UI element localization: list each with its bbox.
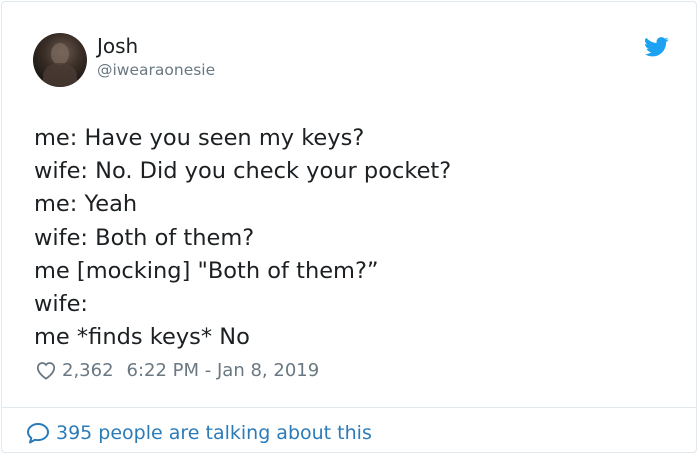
tweet-line: wife: [34, 291, 88, 318]
tweet-line: me *finds keys* No [34, 324, 250, 351]
tweet-timestamp[interactable]: 6:22 PM - Jan 8, 2019 [127, 360, 320, 381]
tweet-card: Josh @iwearaonesie me: Have you seen my … [1, 1, 697, 453]
avatar-detail [43, 63, 77, 87]
tweet-text: me: Have you seen my keys? wife: No. Did… [34, 122, 674, 354]
tweet-line: me: Yeah [34, 191, 138, 218]
tweet-line: me: Have you seen my keys? [34, 125, 365, 151]
author-name[interactable]: Josh [97, 34, 138, 58]
speech-bubble-icon [27, 423, 49, 444]
conversation-link[interactable]: 395 people are talking about this [26, 420, 372, 446]
avatar[interactable] [33, 33, 87, 87]
twitter-bird-icon[interactable] [645, 37, 669, 57]
heart-icon[interactable] [35, 360, 57, 380]
tweet-line: wife: Both of them? [34, 224, 255, 251]
tweet-meta: 2,362 6:22 PM - Jan 8, 2019 [35, 358, 319, 382]
tweet-line: me [mocking] "Both of them?” [34, 257, 379, 284]
author-handle[interactable]: @iwearaonesie [97, 60, 215, 80]
like-count[interactable]: 2,362 [62, 360, 114, 381]
talking-count-label[interactable]: 395 people are talking about this [56, 422, 372, 444]
tweet-line: wife: No. Did you check your pocket? [34, 158, 452, 185]
avatar-detail [51, 43, 69, 65]
divider [2, 407, 696, 408]
